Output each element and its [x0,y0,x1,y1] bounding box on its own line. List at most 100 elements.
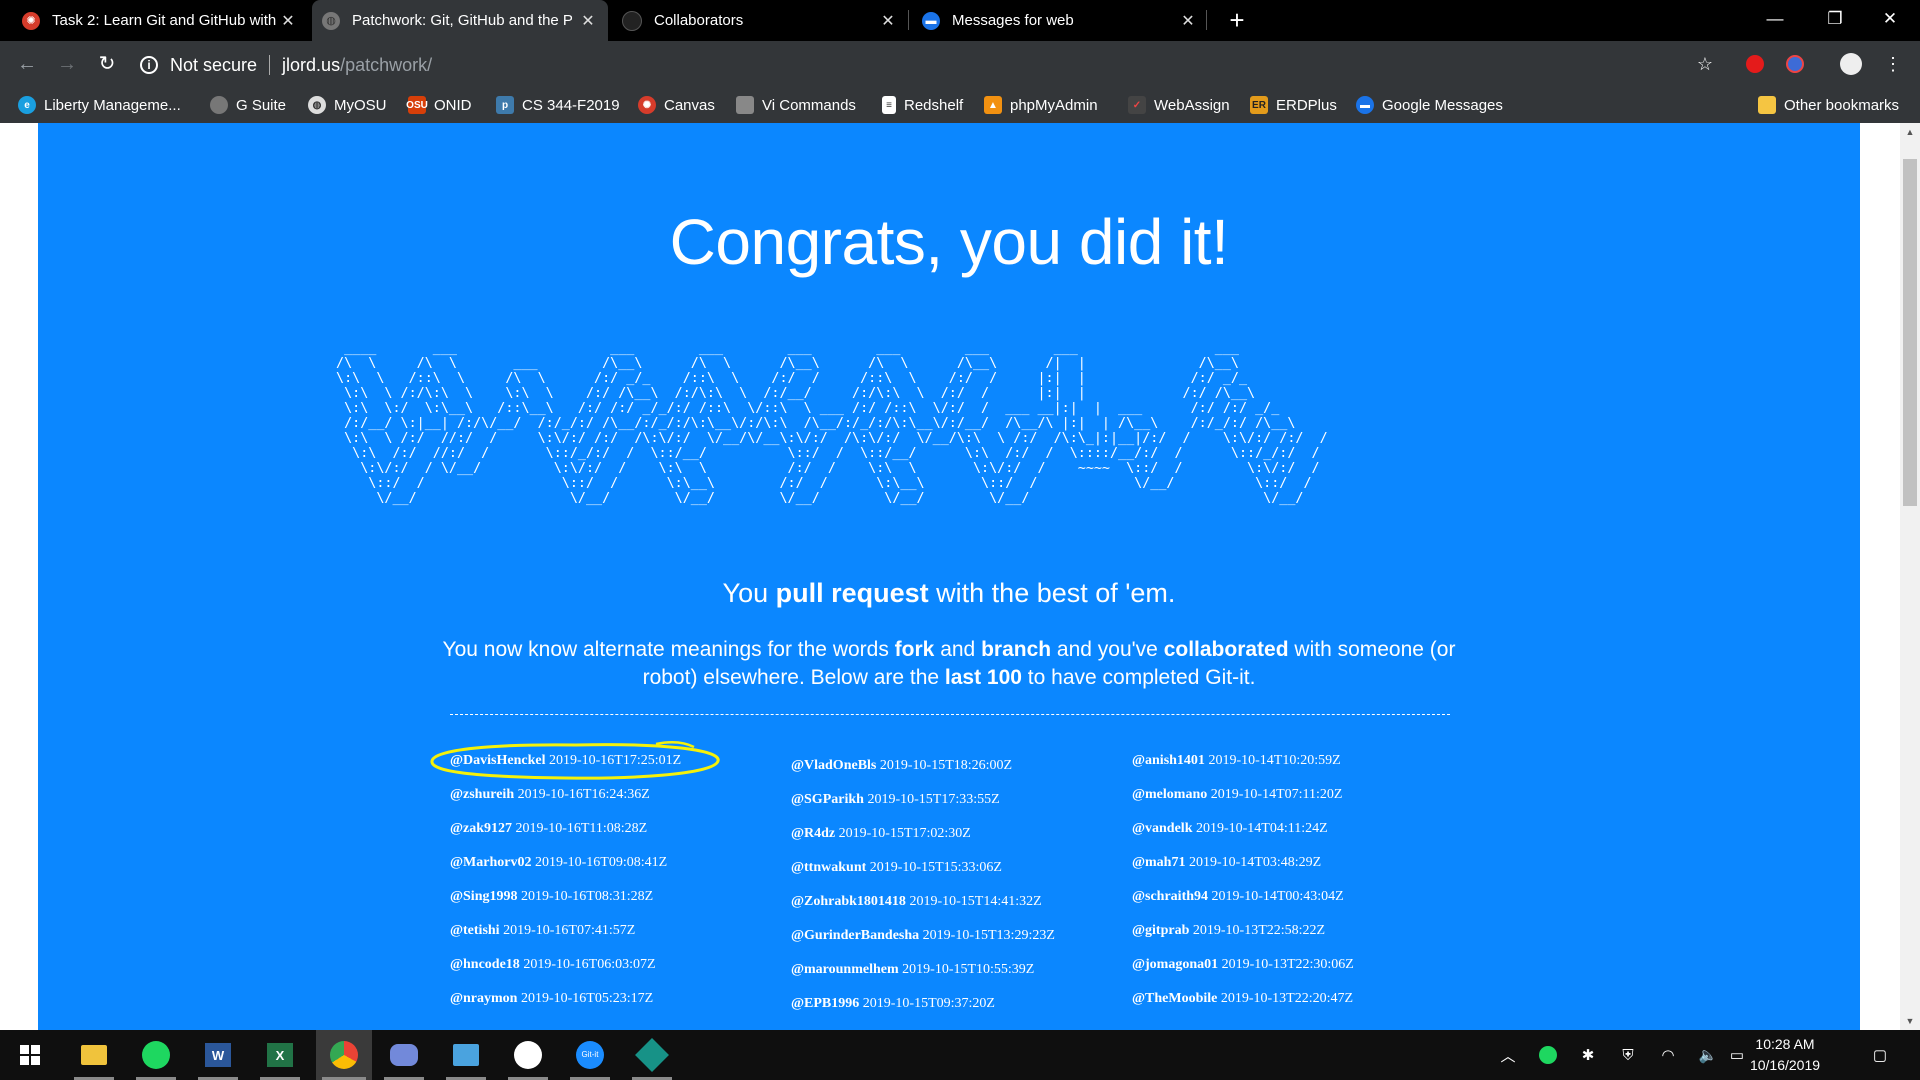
tagline: You pull request with the best of 'em. [38,578,1860,609]
volume-icon[interactable]: 🔈 [1690,1030,1726,1080]
user-link[interactable]: @mah71 [1132,855,1185,870]
url-host: jlord.us [282,54,341,75]
extension-adblock-icon[interactable] [1742,51,1768,77]
user-link[interactable]: @anish1401 [1132,753,1205,768]
user-link[interactable]: @Marhorv02 [450,855,531,870]
user-link[interactable]: @zshureih [450,787,514,802]
slack-tray-icon[interactable]: ✱ [1570,1030,1606,1080]
user-link[interactable]: @tetishi [450,923,500,938]
wifi-icon[interactable]: ◠ [1650,1030,1686,1080]
windows-start-icon[interactable] [4,1030,56,1080]
chrome-icon[interactable] [316,1030,372,1080]
bookmark-gsuite[interactable]: G Suite [210,87,286,123]
bookmark-webassign[interactable]: ✓ WebAssign [1128,87,1230,123]
globe-icon: ◍ [308,96,326,114]
close-window-button[interactable]: ✕ [1860,0,1920,41]
scroll-up-arrow-icon[interactable]: ▲ [1900,123,1920,141]
canvas-icon: ✺ [22,11,40,30]
restore-button[interactable]: ❐ [1805,0,1865,41]
close-icon[interactable]: ✕ [878,11,898,31]
highlight-annotation [430,741,720,780]
bookmark-google-messages[interactable]: ▬ Google Messages [1356,87,1503,123]
user-link[interactable]: @melomano [1132,787,1207,802]
user-link[interactable]: @EPB1996 [791,996,859,1011]
tab-separator [908,10,909,30]
vi-icon [736,96,754,114]
slack-icon[interactable] [502,1030,554,1080]
new-tab-button[interactable]: + [1222,6,1252,36]
bookmark-label: ERDPlus [1276,96,1337,114]
menu-kebab-icon[interactable]: ⋮ [1880,51,1906,77]
user-link[interactable]: @Zohrabk1801418 [791,894,906,909]
omnibox-separator [269,55,271,75]
forward-button[interactable]: → [52,49,82,79]
user-link[interactable]: @R4dz [791,826,835,841]
spotify-tray-icon[interactable] [1530,1030,1566,1080]
bookmark-erdplus[interactable]: ER ERDPlus [1250,87,1337,123]
user-link[interactable]: @vandelk [1132,821,1192,836]
security-shield-icon[interactable]: ⛨ [1610,1030,1646,1080]
bookmark-label: Canvas [664,96,715,114]
show-hidden-icons-icon[interactable]: ︿ [1490,1030,1526,1080]
bookmark-vi[interactable]: Vi Commands [736,87,856,123]
star-icon[interactable]: ☆ [1692,51,1718,77]
gsuite-icon [210,96,228,114]
user-link[interactable]: @schraith94 [1132,889,1208,904]
other-bookmarks[interactable]: Other bookmarks [1758,87,1899,123]
extension-icon[interactable] [1782,51,1808,77]
news-icon[interactable] [440,1030,492,1080]
bookmark-onid[interactable]: OSU ONID [406,87,472,123]
user-link[interactable]: @TheMoobile [1132,991,1217,1006]
folder-icon [1758,96,1776,114]
user-link[interactable]: @gitprab [1132,923,1189,938]
bookmark-liberty[interactable]: e Liberty Manageme... [18,87,181,123]
bookmark-myosu[interactable]: ◍ MyOSU [308,87,387,123]
info-icon[interactable]: i [140,56,158,74]
git-it-icon[interactable]: Git-it [564,1030,616,1080]
tab-messages[interactable]: ▬ Messages for web ✕ [912,0,1208,41]
profile-avatar-icon[interactable] [1838,51,1864,77]
address-bar[interactable]: i Not secure jlord.us/patchwork/ [140,50,1660,80]
bookmark-cs344[interactable]: p CS 344-F2019 [496,87,620,123]
user-link[interactable]: @hncode18 [450,957,520,972]
scrollbar-thumb[interactable] [1903,159,1917,506]
close-icon[interactable]: ✕ [578,11,598,31]
bookmark-redshelf[interactable]: ≡ Redshelf [882,87,963,123]
user-link[interactable]: @SGParikh [791,792,864,807]
user-link[interactable]: @GurinderBandesha [791,928,919,943]
close-icon[interactable]: ✕ [278,11,298,31]
tab-separator [1206,10,1207,30]
discord-icon[interactable] [378,1030,430,1080]
bookmark-canvas[interactable]: ✺ Canvas [638,87,715,123]
user-link[interactable]: @zak9127 [450,821,512,836]
file-explorer-icon[interactable] [68,1030,120,1080]
notifications-icon[interactable]: ▢ [1862,1030,1898,1080]
completion-entry: @gitprab 2019-10-13T22:58:22Z [1132,923,1325,939]
tab-task2[interactable]: ✺ Task 2: Learn Git and GitHub with ✕ [12,0,308,41]
scroll-down-arrow-icon[interactable]: ▼ [1900,1012,1920,1030]
completion-entry: @R4dz 2019-10-15T17:02:30Z [791,826,971,842]
completion-entry: @VladOneBls 2019-10-15T18:26:00Z [791,758,1012,774]
user-link[interactable]: @ttnwakunt [791,860,866,875]
close-icon[interactable]: ✕ [1178,11,1198,31]
spotify-icon[interactable] [130,1030,182,1080]
minimize-button[interactable]: — [1745,0,1805,41]
taskbar-clock[interactable]: 10:28 AM 10/16/2019 [1740,1030,1830,1080]
word-icon[interactable]: W [192,1030,244,1080]
reload-button[interactable]: ↻ [92,49,122,79]
user-link[interactable]: @Sing1998 [450,889,517,904]
gitkraken-icon[interactable] [626,1030,678,1080]
security-label[interactable]: Not secure [170,55,257,76]
user-link[interactable]: @marounmelhem [791,962,899,977]
user-link[interactable]: @VladOneBls [791,758,876,773]
page-scrollbar[interactable]: ▲ ▼ [1900,123,1920,1030]
tab-collaborators[interactable]: Collaborators ✕ [612,0,908,41]
completion-entry: @jomagona01 2019-10-13T22:30:06Z [1132,957,1354,973]
excel-icon[interactable]: X [254,1030,306,1080]
bookmark-label: Liberty Manageme... [44,96,181,114]
back-button[interactable]: ← [12,49,42,79]
user-link[interactable]: @jomagona01 [1132,957,1218,972]
user-link[interactable]: @nraymon [450,991,517,1006]
bookmark-phpmyadmin[interactable]: ▲ phpMyAdmin [984,87,1098,123]
tab-patchwork[interactable]: ◍ Patchwork: Git, GitHub and the P ✕ [312,0,608,41]
